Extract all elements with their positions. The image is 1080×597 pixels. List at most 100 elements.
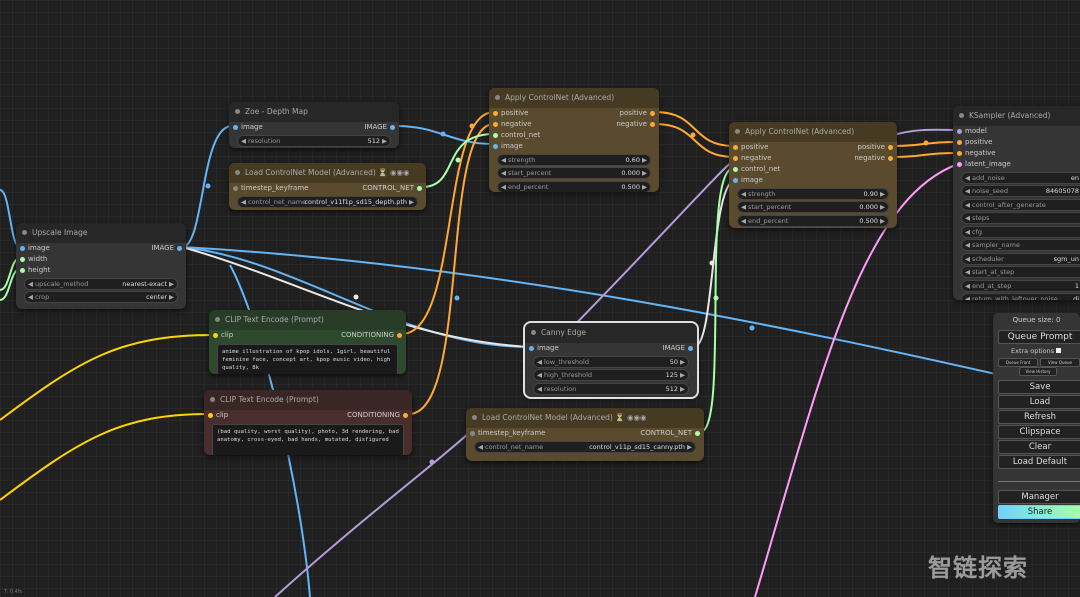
collapse-dot-icon[interactable] (472, 415, 477, 420)
input-slot-icon[interactable] (733, 156, 738, 161)
arrow-right-icon[interactable]: ▶ (880, 202, 885, 212)
arrow-right-icon[interactable]: ▶ (680, 370, 685, 380)
collapse-dot-icon[interactable] (22, 230, 27, 235)
collapse-dot-icon[interactable] (959, 113, 964, 118)
widget-add-noise[interactable]: ◀ add_noise en (961, 171, 1080, 184)
arrow-left-icon[interactable]: ◀ (537, 357, 542, 367)
node-title[interactable]: Canny Edge (525, 323, 697, 343)
collapse-dot-icon[interactable] (210, 397, 215, 402)
share-button[interactable]: Share (998, 505, 1080, 519)
node-title[interactable]: CLIP Text Encode (Prompt) (204, 390, 412, 410)
input-slot-icon[interactable] (733, 178, 738, 183)
ksampler-advanced-node[interactable]: KSampler (Advanced) model positive negat… (953, 106, 1080, 300)
node-title[interactable]: Apply ControlNet (Advanced) (729, 122, 897, 142)
input-slot-icon[interactable] (733, 145, 738, 150)
collapse-dot-icon[interactable] (495, 95, 500, 100)
node-title[interactable]: CLIP Text Encode (Prompt) (209, 310, 406, 330)
output-slot-icon[interactable] (397, 333, 402, 338)
load-button[interactable]: Load (998, 395, 1080, 409)
node-title[interactable]: Load ControlNet Model (Advanced) ⏳ ◉◉◉ (229, 163, 426, 183)
widget-sampler-name[interactable]: ◀ sampler_name (961, 239, 1080, 251)
widget-start-at-step[interactable]: ◀ start_at_step (961, 266, 1080, 278)
input-slot-icon[interactable] (957, 151, 962, 156)
canny-edge-node[interactable]: Canny Edge image IMAGE ◀ low_threshold 50 ▶ … (525, 323, 697, 397)
arrow-left-icon[interactable]: ◀ (965, 240, 970, 250)
load-controlnet-depth-node[interactable]: Load ControlNet Model (Advanced) ⏳ ◉◉◉ t… (229, 163, 426, 210)
arrow-right-icon[interactable]: ▶ (880, 216, 885, 226)
arrow-right-icon[interactable]: ▶ (642, 155, 647, 165)
input-slot-icon[interactable] (493, 122, 498, 127)
clip-text-encode-negative-node[interactable]: CLIP Text Encode (Prompt) clip CONDITIONI… (204, 390, 412, 455)
widget-control-net-name[interactable]: ◀ control_net_name control_v11p_sd15_canny… (474, 440, 696, 453)
output-slot-icon[interactable] (403, 413, 408, 418)
arrow-left-icon[interactable]: ◀ (241, 136, 246, 146)
arrow-left-icon[interactable]: ◀ (537, 384, 542, 394)
output-slot-icon[interactable] (888, 156, 893, 161)
widget-control-after-generate[interactable]: ◀ control_after_generate (961, 198, 1080, 211)
view-history-button[interactable]: View History (1019, 367, 1057, 376)
load-controlnet-canny-node[interactable]: Load ControlNet Model (Advanced) ⏳ ◉◉◉ t… (466, 408, 704, 461)
load-default-button[interactable]: Load Default (998, 455, 1080, 469)
widget-steps[interactable]: ◀ steps (961, 212, 1080, 224)
output-slot-icon[interactable] (390, 125, 395, 130)
input-slot-icon[interactable] (233, 125, 238, 130)
arrow-left-icon[interactable]: ◀ (241, 197, 246, 207)
clip-text-encode-positive-node[interactable]: CLIP Text Encode (Prompt) clip CONDITIONI… (209, 310, 406, 374)
input-slot-icon[interactable] (957, 140, 962, 145)
widget-end-percent[interactable]: ◀ end_percent 0.500 ▶ (737, 214, 889, 227)
refresh-button[interactable]: Refresh (998, 410, 1080, 424)
output-slot-icon[interactable] (417, 186, 422, 191)
input-slot-icon[interactable] (20, 257, 25, 262)
arrow-left-icon[interactable]: ◀ (501, 168, 506, 178)
collapse-dot-icon[interactable] (235, 170, 240, 175)
widget-resolution[interactable]: ◀ resolution 512 ▶ (533, 382, 689, 395)
widget-end-percent[interactable]: ◀ end_percent 0.500 ▶ (497, 180, 651, 192)
widget-end-at-step[interactable]: ◀ end_at_step 1 (961, 279, 1080, 292)
arrow-left-icon[interactable]: ◀ (501, 155, 506, 165)
widget-control-net-name[interactable]: ◀ control_net_name control_v11f1p_sd15_dep… (237, 195, 418, 208)
view-queue-button[interactable]: View Queue (1040, 358, 1080, 367)
arrow-right-icon[interactable]: ▶ (642, 168, 647, 178)
input-slot-icon[interactable] (957, 129, 962, 134)
save-button[interactable]: Save (998, 380, 1080, 394)
widget-resolution[interactable]: ◀ resolution 512 ▶ (237, 134, 391, 147)
arrow-left-icon[interactable]: ◀ (28, 279, 33, 289)
arrow-left-icon[interactable]: ◀ (965, 213, 970, 223)
arrow-right-icon[interactable]: ▶ (687, 442, 692, 452)
queue-prompt-button[interactable]: Queue Prompt (998, 330, 1080, 344)
prompt-textarea[interactable]: (bad quality, worst quality), photo, 3d … (212, 424, 404, 455)
arrow-left-icon[interactable]: ◀ (537, 370, 542, 380)
arrow-left-icon[interactable]: ◀ (965, 186, 970, 196)
node-title[interactable]: Load ControlNet Model (Advanced) ⏳ ◉◉◉ (466, 408, 704, 428)
widget-upscale-method[interactable]: ◀ upscale_method nearest-exact ▶ (24, 277, 178, 290)
collapse-dot-icon[interactable] (735, 129, 740, 134)
arrow-left-icon[interactable]: ◀ (741, 202, 746, 212)
upscale-image-node[interactable]: Upscale Image image IMAGE width height ◀ u… (16, 223, 186, 309)
output-slot-icon[interactable] (695, 431, 700, 436)
arrow-left-icon[interactable]: ◀ (965, 173, 970, 183)
input-slot-icon[interactable] (20, 246, 25, 251)
apply-controlnet-node-2[interactable]: Apply ControlNet (Advanced) positive posi… (729, 122, 897, 228)
input-slot-icon[interactable] (493, 144, 498, 149)
input-slot-icon[interactable] (470, 431, 475, 436)
arrow-right-icon[interactable]: ▶ (169, 292, 174, 302)
input-slot-icon[interactable] (733, 167, 738, 172)
input-slot-icon[interactable] (493, 111, 498, 116)
arrow-left-icon[interactable]: ◀ (965, 294, 970, 300)
collapse-dot-icon[interactable] (215, 317, 220, 322)
input-slot-icon[interactable] (208, 413, 213, 418)
output-slot-icon[interactable] (177, 246, 182, 251)
arrow-left-icon[interactable]: ◀ (478, 442, 483, 452)
widget-low-threshold[interactable]: ◀ low_threshold 50 ▶ (533, 355, 689, 368)
output-slot-icon[interactable] (650, 122, 655, 127)
node-title[interactable]: Zoe - Depth Map (229, 102, 399, 122)
output-slot-icon[interactable] (688, 346, 693, 351)
input-slot-icon[interactable] (20, 268, 25, 273)
widget-start-percent[interactable]: ◀ start_percent 0.000 ▶ (737, 201, 889, 213)
input-slot-icon[interactable] (493, 133, 498, 138)
widget-return-with-leftover-noise[interactable]: ◀ return_with_leftover_noise di (961, 293, 1080, 300)
input-slot-icon[interactable] (213, 333, 218, 338)
output-slot-icon[interactable] (888, 145, 893, 150)
apply-controlnet-node-1[interactable]: Apply ControlNet (Advanced) positive posi… (489, 88, 659, 192)
arrow-left-icon[interactable]: ◀ (965, 281, 970, 291)
